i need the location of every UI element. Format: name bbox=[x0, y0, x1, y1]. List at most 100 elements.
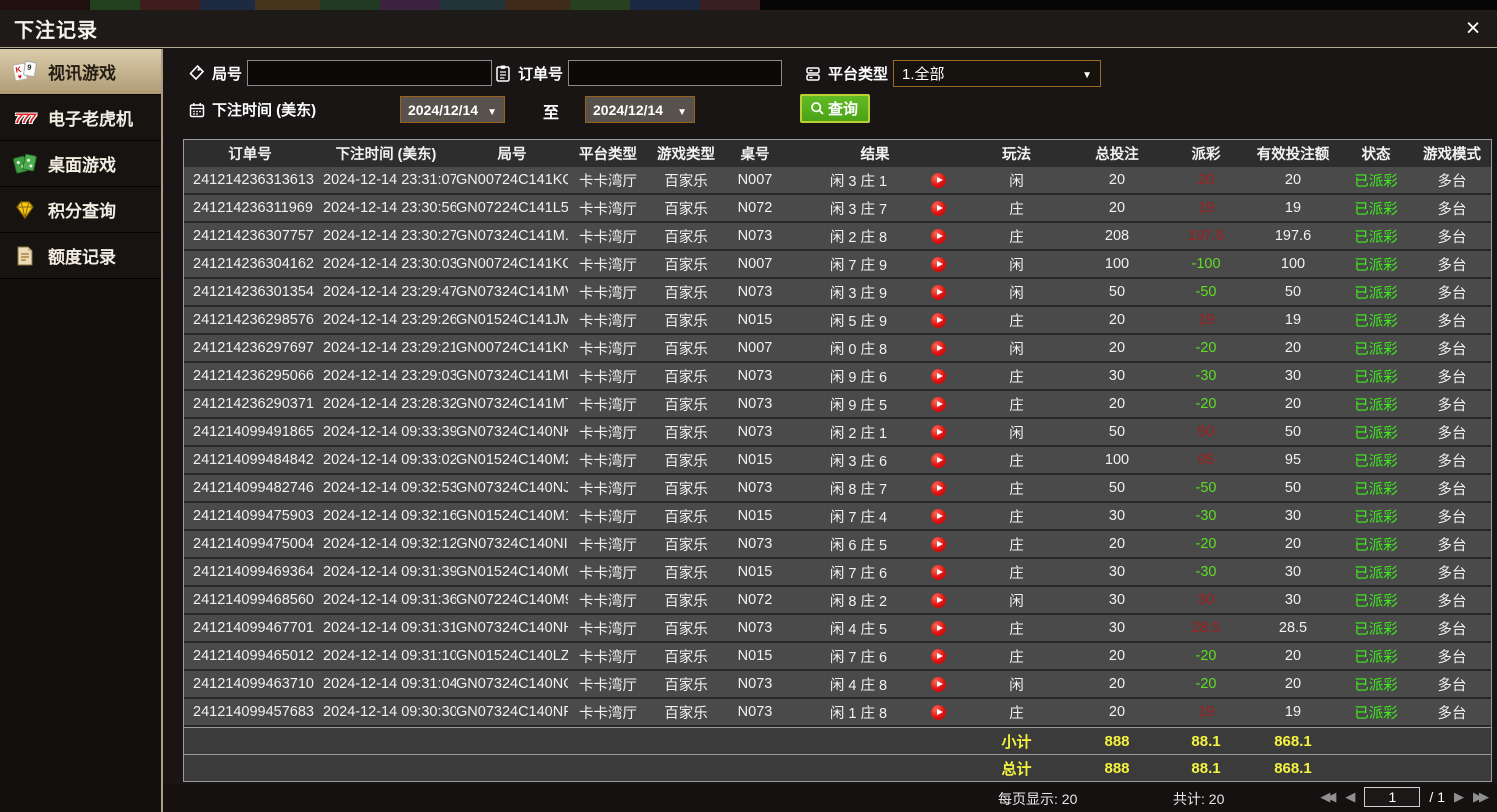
cell-valid: 20 bbox=[1247, 536, 1339, 552]
cell-payout: 95 bbox=[1165, 452, 1247, 468]
cell-total: 100 bbox=[1069, 452, 1165, 468]
sidebar-item-5[interactable]: 额度记录 bbox=[0, 233, 161, 279]
cell-valid: 20 bbox=[1247, 340, 1339, 356]
cell-time: 2024-12-14 09:31:04 bbox=[316, 676, 456, 692]
cell-order: 241214236290371 bbox=[184, 396, 316, 412]
result-cell: 闲 7 庄 6 bbox=[786, 562, 964, 583]
subtotal-value: 868.1 bbox=[1247, 733, 1339, 750]
order-number-input[interactable] bbox=[568, 60, 782, 86]
page-title: 下注记录 bbox=[14, 14, 98, 43]
date-to-value: 2024/12/14 bbox=[593, 102, 663, 118]
cell-mode: 多台 bbox=[1413, 366, 1491, 387]
result-cell: 闲 4 庄 5 bbox=[786, 618, 964, 639]
cell-order: 241214099475903 bbox=[184, 508, 316, 524]
column-header: 游戏模式 bbox=[1413, 143, 1491, 164]
play-video-icon[interactable] bbox=[931, 453, 946, 468]
play-video-icon[interactable] bbox=[931, 565, 946, 580]
cell-total: 20 bbox=[1069, 172, 1165, 188]
next-page-icon[interactable] bbox=[1454, 789, 1464, 805]
page-number-input[interactable] bbox=[1364, 787, 1420, 807]
previous-page-icon[interactable] bbox=[1345, 789, 1355, 805]
cell-bet: 闲 bbox=[964, 590, 1069, 611]
round-number-input[interactable] bbox=[247, 60, 492, 86]
cell-valid: 20 bbox=[1247, 172, 1339, 188]
cell-order: 241214099484842 bbox=[184, 452, 316, 468]
caret-down-icon bbox=[677, 102, 687, 118]
cell-time: 2024-12-14 23:31:07 bbox=[316, 172, 456, 188]
table-row: 2412140994693642024-12-14 09:31:39GN0152… bbox=[184, 559, 1491, 585]
cell-time: 2024-12-14 09:33:02 bbox=[316, 452, 456, 468]
cell-payout: -30 bbox=[1165, 368, 1247, 384]
date-to-select[interactable]: 2024/12/14 bbox=[585, 96, 695, 123]
cell-table: N072 bbox=[724, 200, 786, 216]
cell-game: 百家乐 bbox=[648, 646, 724, 667]
cell-bet: 闲 bbox=[964, 674, 1069, 695]
result-cell: 闲 8 庄 2 bbox=[786, 590, 964, 611]
play-video-icon[interactable] bbox=[931, 677, 946, 692]
cell-table: N015 bbox=[724, 312, 786, 328]
play-video-icon[interactable] bbox=[931, 313, 946, 328]
cell-mode: 多台 bbox=[1413, 562, 1491, 583]
platform-type-select[interactable]: 1.全部 bbox=[893, 60, 1101, 87]
sidebar-item-4[interactable]: 积分查询 bbox=[0, 187, 161, 233]
table-row: 2412142362976972024-12-14 23:29:21GN0072… bbox=[184, 335, 1491, 361]
cell-table: N007 bbox=[724, 340, 786, 356]
play-video-icon[interactable] bbox=[931, 509, 946, 524]
cell-table: N015 bbox=[724, 648, 786, 664]
last-page-icon[interactable] bbox=[1473, 789, 1489, 805]
cell-status: 已派彩 bbox=[1339, 282, 1413, 303]
cell-order: 241214099475004 bbox=[184, 536, 316, 552]
result-text: 闲 0 庄 8 bbox=[786, 338, 931, 359]
ledger-document-icon bbox=[12, 243, 38, 269]
column-header: 游戏类型 bbox=[648, 143, 724, 164]
cell-platform: 卡卡湾厅 bbox=[568, 254, 648, 275]
cell-valid: 50 bbox=[1247, 424, 1339, 440]
cell-bet: 闲 bbox=[964, 170, 1069, 191]
result-cell: 闲 3 庄 9 bbox=[786, 282, 964, 303]
cell-bet: 闲 bbox=[964, 422, 1069, 443]
date-from-select[interactable]: 2024/12/14 bbox=[400, 96, 505, 123]
sidebar-item-1[interactable]: K♥9视讯游戏 bbox=[0, 49, 161, 95]
result-cell: 闲 3 庄 6 bbox=[786, 450, 964, 471]
grand-total-row: 总计88888.1868.1 bbox=[184, 754, 1491, 781]
table-row: 2412140994759032024-12-14 09:32:16GN0152… bbox=[184, 503, 1491, 529]
play-video-icon[interactable] bbox=[931, 173, 946, 188]
play-video-icon[interactable] bbox=[931, 229, 946, 244]
cell-order: 241214099469364 bbox=[184, 564, 316, 580]
cell-game: 百家乐 bbox=[648, 254, 724, 275]
cell-valid: 19 bbox=[1247, 312, 1339, 328]
cell-payout: 19 bbox=[1165, 312, 1247, 328]
betting-records-window: 下注记录 × K♥9视讯游戏777电子老虎机桌面游戏积分查询额度记录 局号 订单… bbox=[0, 0, 1497, 812]
play-video-icon[interactable] bbox=[931, 593, 946, 608]
first-page-icon[interactable] bbox=[1320, 789, 1336, 805]
play-video-icon[interactable] bbox=[931, 481, 946, 496]
subtotal-value: 888 bbox=[1069, 733, 1165, 750]
result-cell: 闲 5 庄 9 bbox=[786, 310, 964, 331]
sidebar-item-3[interactable]: 桌面游戏 bbox=[0, 141, 161, 187]
grand-total-value: 总计 bbox=[964, 758, 1069, 779]
query-button[interactable]: 查询 bbox=[800, 94, 870, 123]
play-video-icon[interactable] bbox=[931, 341, 946, 356]
play-video-icon[interactable] bbox=[931, 621, 946, 636]
result-cell: 闲 3 庄 1 bbox=[786, 170, 964, 191]
cell-mode: 多台 bbox=[1413, 506, 1491, 527]
cell-round: GN07324C140NF bbox=[456, 704, 568, 720]
play-video-icon[interactable] bbox=[931, 369, 946, 384]
cell-mode: 多台 bbox=[1413, 534, 1491, 555]
play-video-icon[interactable] bbox=[931, 425, 946, 440]
sidebar-item-2[interactable]: 777电子老虎机 bbox=[0, 95, 161, 141]
play-video-icon[interactable] bbox=[931, 201, 946, 216]
play-video-icon[interactable] bbox=[931, 705, 946, 720]
play-video-icon[interactable] bbox=[931, 537, 946, 552]
cell-payout: 28.5 bbox=[1165, 620, 1247, 636]
play-video-icon[interactable] bbox=[931, 397, 946, 412]
play-video-icon[interactable] bbox=[931, 649, 946, 664]
cell-valid: 30 bbox=[1247, 592, 1339, 608]
play-video-icon[interactable] bbox=[931, 285, 946, 300]
subtotal-row: 小计88888.1868.1 bbox=[184, 727, 1491, 754]
result-text: 闲 4 庄 5 bbox=[786, 618, 931, 639]
cell-platform: 卡卡湾厅 bbox=[568, 170, 648, 191]
cell-bet: 闲 bbox=[964, 254, 1069, 275]
play-video-icon[interactable] bbox=[931, 257, 946, 272]
close-icon[interactable]: × bbox=[1457, 12, 1489, 44]
